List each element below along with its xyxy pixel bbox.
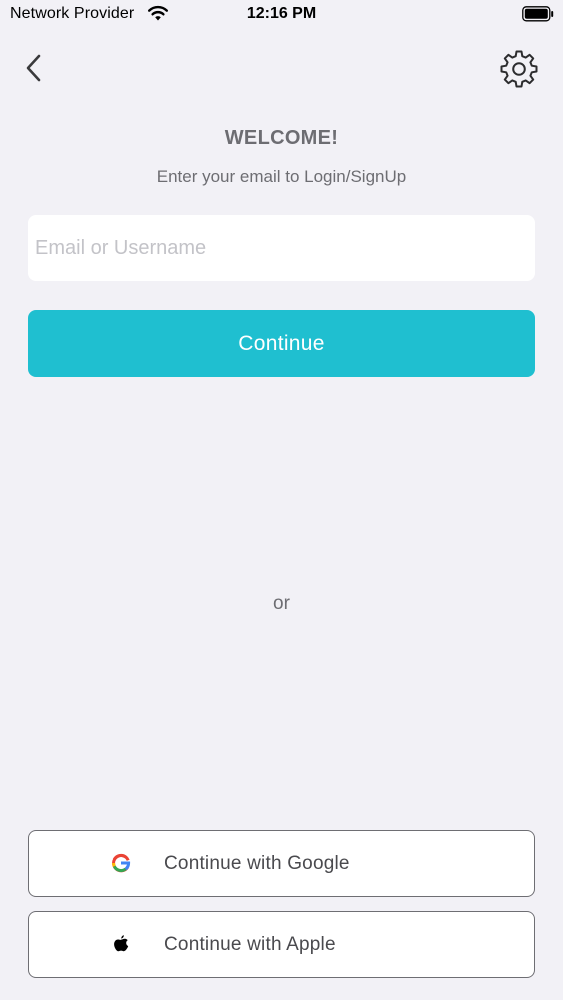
battery-icon — [522, 6, 554, 22]
gear-icon — [500, 50, 538, 88]
continue-with-google-button[interactable]: Continue with Google — [28, 830, 535, 897]
continue-with-google-label: Continue with Google — [164, 853, 350, 874]
or-divider-label: or — [273, 593, 290, 614]
google-logo-icon — [112, 853, 131, 873]
back-button[interactable] — [16, 50, 52, 86]
chevron-left-icon — [26, 54, 41, 82]
status-time: 12:16 PM — [246, 5, 317, 22]
page-subtitle: Enter your email to Login/SignUp — [156, 167, 407, 186]
settings-button[interactable] — [500, 50, 538, 88]
continue-button[interactable]: Continue — [28, 310, 535, 377]
apple-logo-icon — [114, 935, 129, 952]
email-input[interactable] — [28, 215, 535, 281]
status-bar: Network Provider 12:16 PM — [0, 0, 563, 30]
page-title: WELCOME! — [224, 127, 339, 149]
continue-with-apple-label: Continue with Apple — [164, 934, 336, 955]
continue-with-apple-button[interactable]: Continue with Apple — [28, 911, 535, 978]
